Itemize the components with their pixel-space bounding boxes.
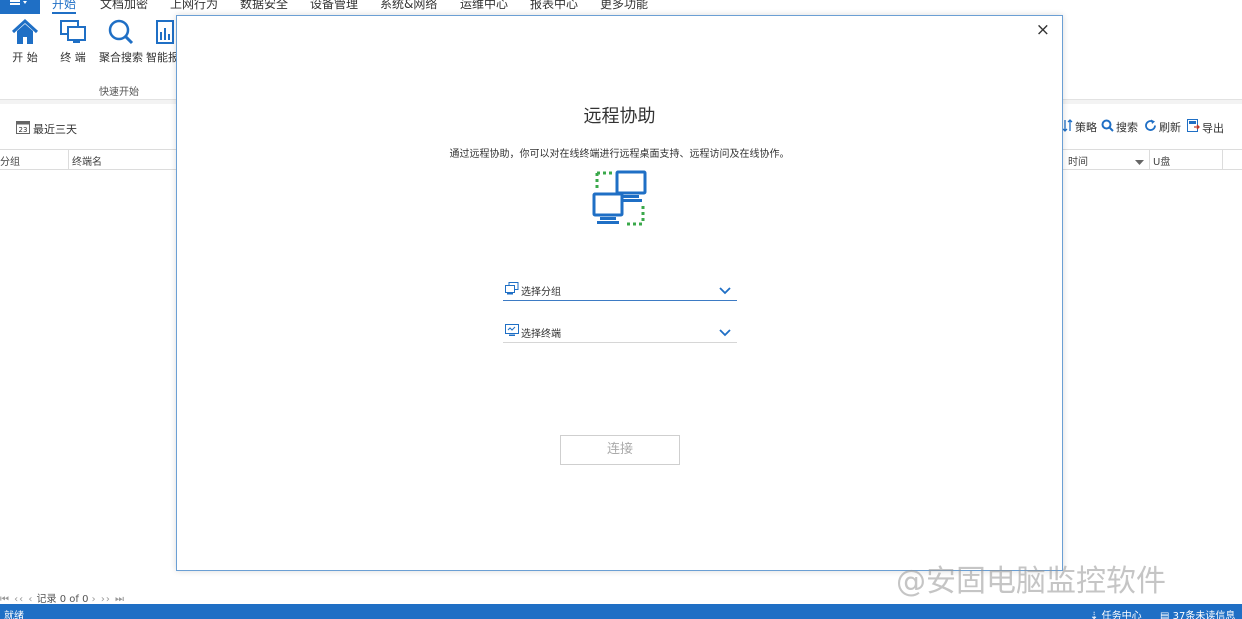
ribbon-aggregate-search-button[interactable]: 聚合搜索	[96, 18, 146, 65]
export-icon	[1187, 119, 1200, 136]
message-icon: ▤	[1160, 611, 1170, 619]
unread-messages-label: 37条未读信息	[1172, 611, 1236, 619]
column-divider[interactable]	[1149, 150, 1150, 169]
terminal-icon	[505, 324, 519, 340]
ribbon-smart-report-button[interactable]: 智能报	[146, 18, 176, 65]
menu-bar: 开始 文档加密 上网行为 数据安全 设备管理 系统&网络 运维中心 报表中心 更…	[0, 0, 1242, 14]
task-center-label: 任务中心	[1101, 611, 1142, 619]
menu-tab-report-center[interactable]: 报表中心	[530, 0, 578, 12]
task-icon: ⇣	[1090, 611, 1099, 619]
remote-assist-dialog: × 远程协助 通过远程协助，你可以对在线终端进行远程桌面支持、远程访问及在线协作…	[176, 15, 1063, 571]
group-icon	[505, 282, 519, 298]
recent-three-days-filter[interactable]: 23 最近三天	[16, 120, 77, 137]
watermark: @安固电脑监控软件	[896, 564, 1166, 599]
ribbon-group-label: 快速开始	[99, 87, 139, 98]
policy-label: 策略	[1075, 121, 1097, 134]
calendar-day: 23	[19, 126, 28, 134]
menu-tab-system-network[interactable]: 系统&网络	[380, 0, 437, 12]
ribbon-smart-report-label: 智能报	[146, 51, 176, 64]
select-group-dropdown[interactable]: 选择分组	[503, 279, 737, 301]
calendar-icon: 23	[16, 120, 30, 137]
select-terminal-placeholder: 选择终端	[521, 329, 561, 340]
monitor-icon	[58, 18, 88, 46]
ribbon-aggregate-search-label: 聚合搜索	[99, 51, 143, 64]
refresh-icon	[1144, 119, 1157, 135]
ribbon-start-button[interactable]: 开 始	[0, 18, 50, 65]
menu-tab-device-management[interactable]: 设备管理	[310, 0, 358, 12]
menu-tab-data-security[interactable]: 数据安全	[240, 0, 288, 12]
select-terminal-dropdown[interactable]: 选择终端	[503, 321, 737, 343]
column-group[interactable]: 分组	[0, 153, 20, 168]
export-button[interactable]: 导出	[1187, 119, 1224, 136]
search-icon	[106, 18, 136, 46]
column-terminal-name[interactable]: 终端名	[72, 153, 102, 168]
remote-computers-icon	[591, 170, 649, 231]
chevron-down-icon[interactable]	[719, 327, 731, 340]
search-icon	[1101, 119, 1114, 135]
menu-tab-more[interactable]: 更多功能	[600, 0, 648, 12]
policy-icon	[1062, 119, 1073, 135]
menu-tab-doc-encryption[interactable]: 文档加密	[100, 0, 148, 12]
column-divider[interactable]	[1222, 150, 1223, 169]
app-menu-button[interactable]	[0, 0, 40, 14]
column-time[interactable]: 时间	[1068, 153, 1088, 168]
ribbon-terminal-button[interactable]: 终 端	[48, 18, 98, 65]
report-icon	[146, 18, 176, 46]
export-label: 导出	[1202, 121, 1224, 135]
task-center-link[interactable]: ⇣ 任务中心	[1090, 607, 1142, 619]
close-button[interactable]: ×	[1036, 22, 1050, 39]
column-usb[interactable]: U盘	[1153, 153, 1170, 168]
select-group-placeholder: 选择分组	[521, 287, 561, 298]
search-button[interactable]: 搜索	[1101, 119, 1138, 135]
menu-tab-start[interactable]: 开始	[52, 0, 77, 14]
policy-button[interactable]: 策略	[1062, 119, 1097, 135]
dialog-title: 远程协助	[583, 106, 656, 127]
menu-tab-web-behavior[interactable]: 上网行为	[170, 0, 218, 12]
unread-messages-link[interactable]: ▤ 37条未读信息	[1160, 607, 1235, 619]
search-label: 搜索	[1116, 121, 1138, 134]
refresh-label: 刷新	[1159, 121, 1181, 134]
ribbon-start-label: 开 始	[12, 51, 38, 64]
sort-down-icon[interactable]	[1135, 156, 1144, 169]
refresh-button[interactable]: 刷新	[1144, 119, 1181, 135]
dialog-description: 通过远程协助，你可以对在线终端进行远程桌面支持、远程访问及在线协作。	[449, 149, 790, 160]
status-bar: 就绪 ⇣ 任务中心 ▤ 37条未读信息	[0, 604, 1242, 619]
chevron-down-icon[interactable]	[719, 285, 731, 298]
column-divider[interactable]	[68, 150, 69, 169]
ribbon-terminal-label: 终 端	[60, 51, 86, 64]
pager: ⏮ ‹‹ ‹ 记录 0 of 0 › ›› ⏭	[0, 590, 125, 605]
menu-tab-ops-center[interactable]: 运维中心	[460, 0, 508, 12]
recent-three-days-label: 最近三天	[33, 122, 77, 136]
home-icon	[10, 18, 40, 46]
status-ready: 就绪	[4, 611, 24, 619]
connect-button[interactable]: 连接	[560, 435, 680, 465]
